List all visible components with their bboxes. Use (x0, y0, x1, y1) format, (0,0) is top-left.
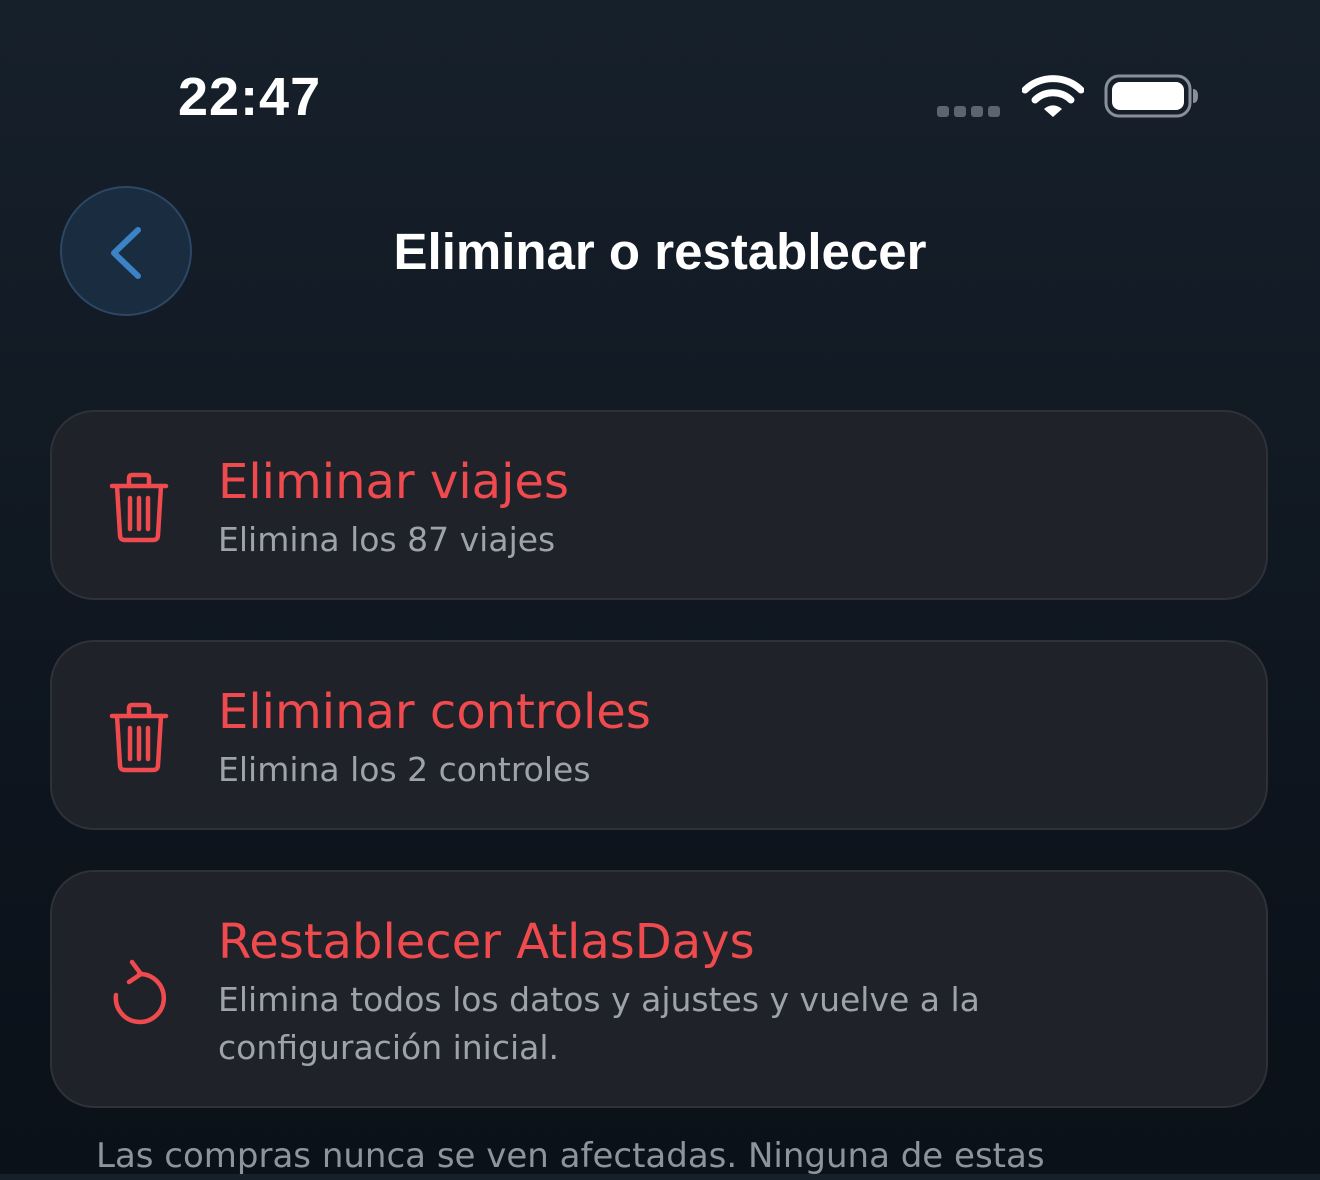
footer-note: Las compras nunca se ven afectadas. Ning… (96, 1136, 1045, 1176)
battery-icon (1104, 74, 1200, 124)
option-title: Eliminar controles (218, 684, 651, 740)
status-time: 22:47 (178, 67, 322, 127)
option-description: Elimina todos los datos y ajustes y vuel… (218, 980, 980, 1067)
trash-icon (108, 702, 170, 778)
option-title: Eliminar viajes (218, 454, 569, 510)
page-title: Eliminar o restablecer (393, 223, 927, 280)
option-description: Elimina los 2 controles (218, 750, 591, 789)
delete-controls-button[interactable]: Eliminar controles Elimina los 2 control… (50, 640, 1268, 830)
option-title: Restablecer AtlasDays (218, 914, 755, 970)
delete-trips-button[interactable]: Eliminar viajes Elimina los 87 viajes (50, 410, 1268, 600)
option-description: Elimina los 87 viajes (218, 520, 556, 559)
reset-app-button[interactable]: Restablecer AtlasDays Elimina todos los … (50, 870, 1268, 1108)
cellular-signal-icon (937, 106, 1000, 117)
trash-icon (108, 472, 170, 548)
reset-icon (108, 958, 170, 1032)
wifi-icon (1021, 74, 1085, 124)
